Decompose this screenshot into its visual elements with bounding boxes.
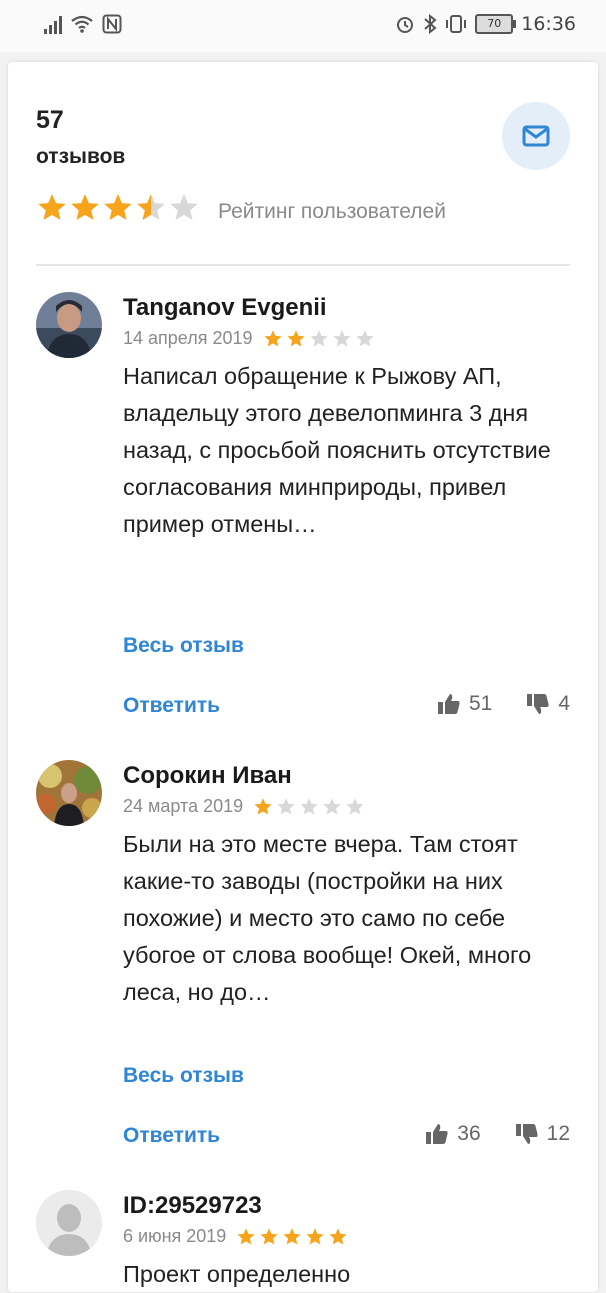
dislike-button[interactable]: 4 — [526, 692, 570, 716]
like-count: 36 — [457, 1122, 481, 1145]
review-date: 6 июня 2019 — [123, 1226, 227, 1246]
read-more-link[interactable]: Весь отзыв — [123, 1064, 244, 1088]
review-author[interactable]: ID:29529723 — [123, 1192, 262, 1220]
star-icon — [306, 1227, 324, 1244]
review-text: Были на это месте вчера. Там стоят какие… — [123, 831, 532, 1005]
read-more-link[interactable]: Весь отзыв — [123, 634, 244, 658]
avatar — [36, 292, 102, 358]
review-item: ID:29529723 6 июня 2019 Проект определен… — [8, 1190, 598, 1290]
star-icon — [277, 797, 295, 814]
star-icon — [254, 797, 272, 814]
battery-icon: 70 — [475, 14, 517, 34]
star-icon — [260, 1227, 278, 1244]
review-item: Сорокин Иван 24 марта 2019 Были на это м… — [8, 760, 598, 1160]
signal-icon — [44, 14, 62, 34]
review-stars — [253, 797, 365, 817]
star-icon — [329, 1227, 347, 1244]
star-icon — [355, 329, 374, 346]
star-icon — [38, 194, 66, 220]
avatar — [36, 760, 102, 826]
divider — [36, 264, 570, 266]
avatar — [36, 1190, 102, 1256]
thumbs-up-icon — [437, 694, 460, 714]
thumbs-down-icon — [515, 1124, 538, 1144]
star-icon — [300, 797, 318, 814]
wifi-icon — [71, 15, 93, 33]
thumbs-down-icon — [527, 694, 549, 714]
review-date: 14 апреля 2019 — [123, 328, 253, 348]
review-stars — [236, 1227, 348, 1247]
review-item: Tanganov Evgenii 14 апреля 2019 Написал … — [8, 292, 598, 717]
like-button[interactable]: 51 — [437, 692, 492, 716]
star-icon — [323, 797, 341, 814]
rating-label: Рейтинг пользователей — [218, 200, 446, 223]
dislike-count: 12 — [546, 1122, 570, 1145]
status-bar: 70 16:36 — [0, 0, 606, 52]
star-icon — [71, 194, 99, 220]
clock: 16:36 — [521, 13, 576, 35]
star-icon — [283, 1227, 301, 1244]
overall-rating-stars — [36, 192, 200, 224]
star-icon — [332, 329, 351, 346]
review-date: 24 марта 2019 — [123, 796, 244, 816]
star-icon — [263, 329, 282, 346]
reviews-card: 57 отзывов Рейтинг пользователей Tangano… — [8, 62, 598, 1292]
like-button[interactable]: 36 — [425, 1122, 481, 1146]
review-text: Проект определенно — [123, 1261, 351, 1287]
star-icon — [104, 194, 132, 220]
review-text: Написал обращение к Рыжову АП, владельцу… — [123, 363, 551, 537]
star-icon — [170, 194, 198, 220]
vibrate-icon — [446, 15, 467, 33]
star-icon — [346, 797, 364, 814]
reviews-count: 57 — [36, 106, 64, 134]
alarm-icon — [397, 17, 414, 33]
reviews-count-label: отзывов — [36, 145, 126, 168]
bluetooth-icon — [424, 14, 437, 34]
star-icon — [237, 1227, 255, 1244]
mail-icon — [522, 125, 550, 147]
dislike-button[interactable]: 12 — [515, 1122, 570, 1146]
star-icon — [309, 329, 328, 346]
reply-button[interactable]: Ответить — [123, 694, 220, 718]
review-author[interactable]: Tanganov Evgenii — [123, 294, 327, 322]
write-review-button[interactable] — [502, 102, 570, 170]
review-stars — [263, 329, 375, 349]
star-icon — [286, 329, 305, 346]
thumbs-up-icon — [426, 1124, 448, 1144]
like-count: 51 — [468, 692, 493, 715]
star-icon — [137, 194, 165, 220]
dislike-count: 4 — [558, 692, 570, 715]
reply-button[interactable]: Ответить — [123, 1124, 220, 1148]
review-author[interactable]: Сорокин Иван — [123, 762, 292, 790]
nfc-icon — [102, 14, 122, 34]
